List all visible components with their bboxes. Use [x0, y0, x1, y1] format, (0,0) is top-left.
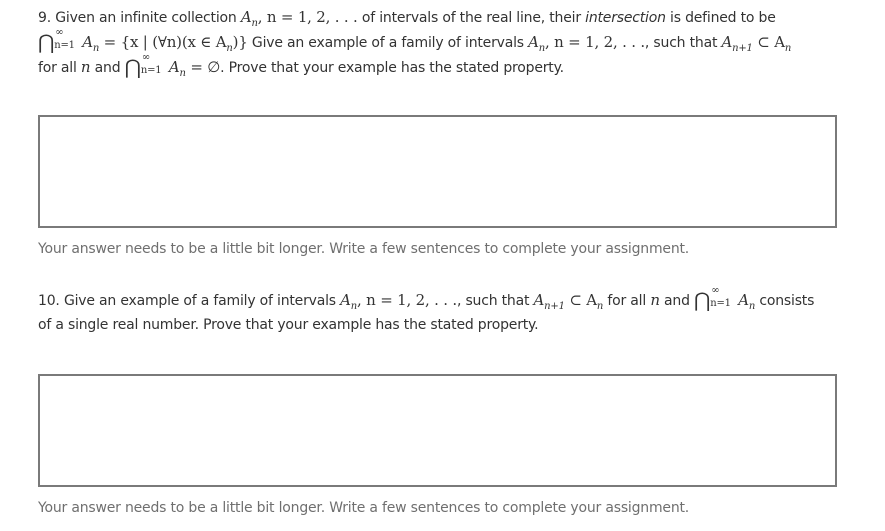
question-10-answer-input[interactable]: [38, 374, 837, 487]
question-9-length-warning: Your answer needs to be a little bit lon…: [38, 241, 690, 257]
question-number: 9.: [38, 10, 51, 26]
cap-limits: ∞ n=1: [710, 285, 731, 309]
math-sequence: , n = 1, 2, . . .: [257, 8, 358, 26]
question-10-prompt: 10. Give an example of a family of inter…: [38, 285, 815, 334]
emphasis-intersection: intersection: [585, 10, 666, 26]
question-number: 10.: [38, 293, 60, 309]
question-9-answer-input[interactable]: [38, 115, 837, 228]
question-9-prompt: 9. Given an infinite collection An, n = …: [38, 8, 792, 79]
question-10-length-warning: Your answer needs to be a little bit lon…: [38, 500, 690, 516]
math-set-definition: = {x | (∀n)(x ∈ A: [99, 33, 227, 51]
big-cap-symbol: ⋂: [694, 288, 711, 312]
big-cap-symbol: ⋂: [38, 30, 55, 54]
cap-limits: ∞ n=1: [140, 52, 162, 76]
cap-limits: ∞ n=1: [54, 27, 75, 51]
big-cap-symbol: ⋂: [124, 55, 141, 79]
